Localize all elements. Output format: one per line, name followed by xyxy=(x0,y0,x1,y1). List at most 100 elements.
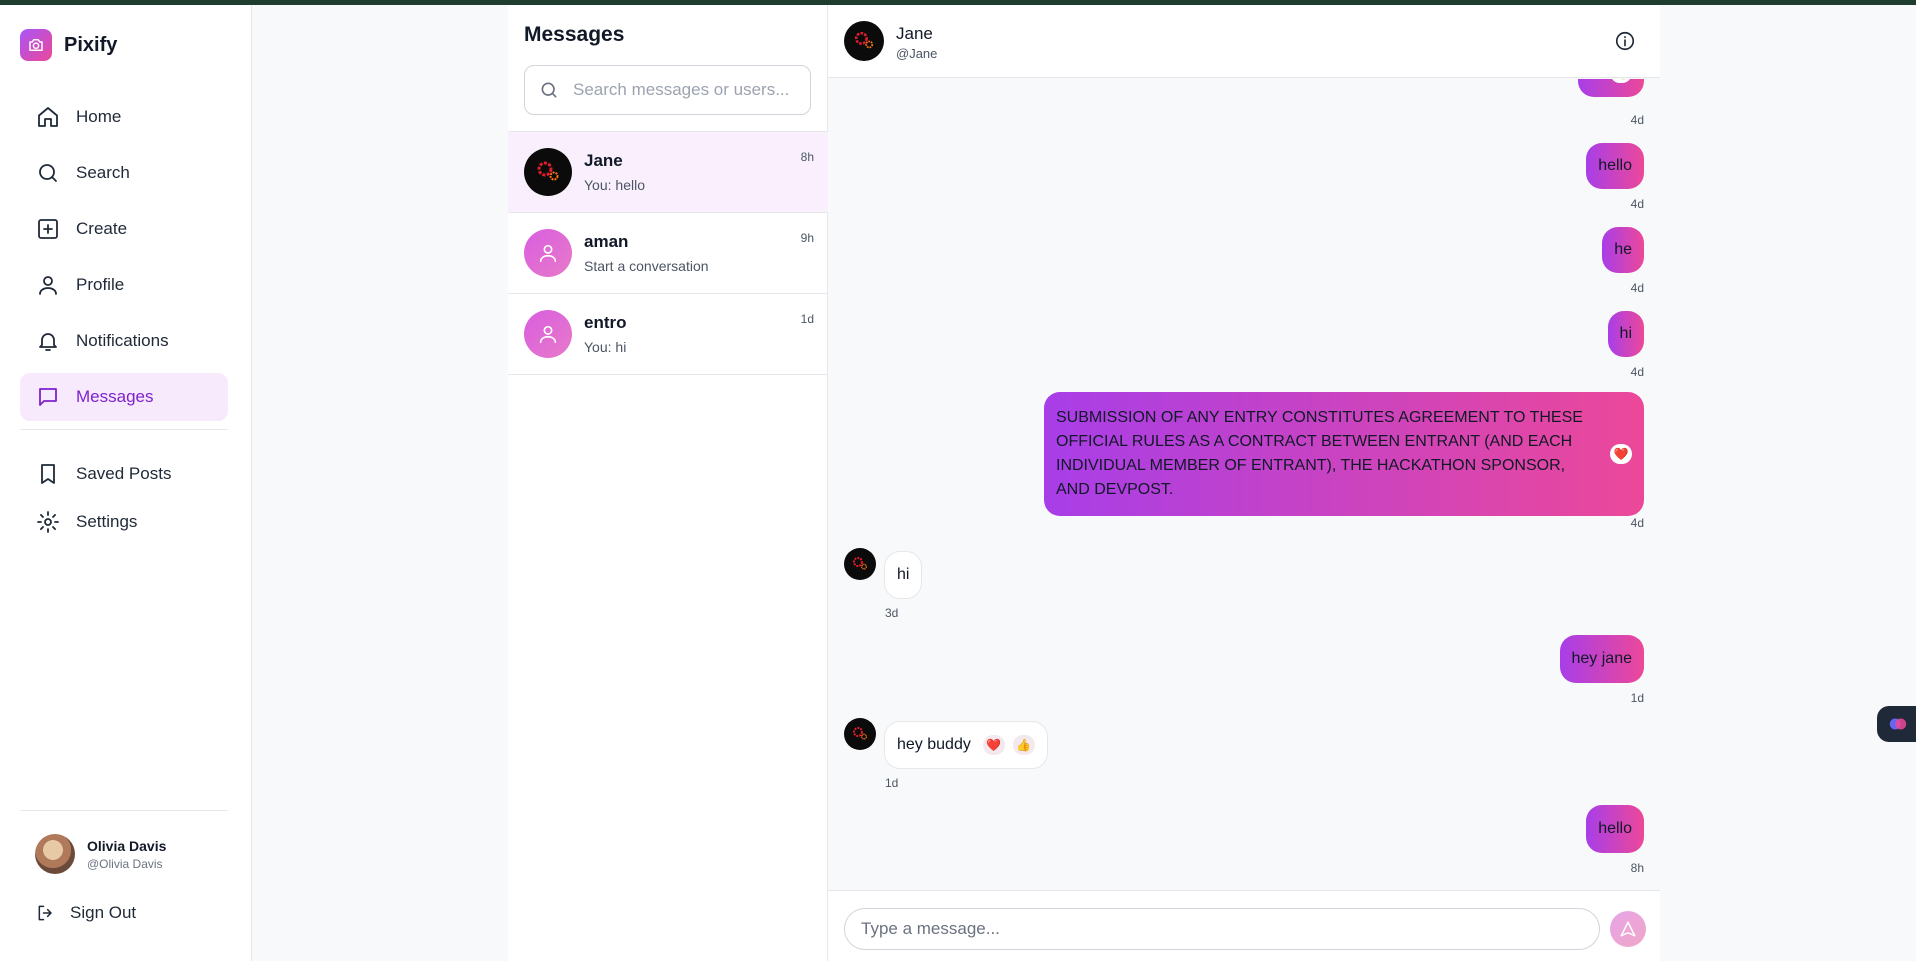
sign-out-label: Sign Out xyxy=(70,903,137,922)
nav-divider xyxy=(20,429,228,430)
sign-out-button[interactable]: Sign Out xyxy=(36,903,136,923)
logout-icon xyxy=(38,905,52,921)
message-bubble-sent[interactable]: hi xyxy=(1607,311,1644,357)
avatar[interactable] xyxy=(844,21,884,61)
conversation-list: Jane You: hello 8h aman Start a conversa… xyxy=(508,131,828,375)
avatar xyxy=(35,834,75,874)
conversation-time: 1d xyxy=(800,312,814,326)
message-text: he xyxy=(1614,241,1632,258)
message-text: hi xyxy=(1590,79,1602,82)
conversation-name: entro xyxy=(584,313,627,332)
nav-item-notifications[interactable]: Notifications xyxy=(20,317,228,365)
search-icon xyxy=(39,164,57,182)
chat-contact-name: Jane xyxy=(896,24,933,43)
send-icon xyxy=(1620,921,1636,937)
message-bubble-received[interactable]: hi xyxy=(884,551,923,599)
conversation-preview: You: hi xyxy=(584,339,627,355)
nav-item-search[interactable]: Search xyxy=(20,149,228,197)
nav-item-messages[interactable]: Messages xyxy=(20,373,228,421)
nav-item-create[interactable]: Create xyxy=(20,205,228,253)
message-text: hi xyxy=(897,566,910,583)
chat-header: Jane @Jane xyxy=(828,5,1660,78)
message-thread[interactable]: hi 👍 4d hello 4d he 4d hi 4d SUBMISSION … xyxy=(828,79,1660,890)
message-input[interactable] xyxy=(844,908,1600,950)
brand-name: Pixify xyxy=(64,33,118,56)
avatar xyxy=(524,310,572,358)
nav-label-settings: Settings xyxy=(76,512,138,531)
message-bubble-sent[interactable]: hello xyxy=(1586,805,1644,853)
message-text: SUBMISSION OF ANY ENTRY CONSTITUTES AGRE… xyxy=(1056,409,1583,498)
assistant-launcher-button[interactable] xyxy=(1877,706,1916,742)
user-divider xyxy=(20,810,228,811)
user-handle: @Olivia Davis xyxy=(87,856,163,871)
message-bubble-sent[interactable]: SUBMISSION OF ANY ENTRY CONSTITUTES AGRE… xyxy=(1044,392,1644,516)
user-name: Olivia Davis xyxy=(87,837,167,854)
avatar xyxy=(844,548,876,580)
message-bubble-sent[interactable]: hello xyxy=(1586,143,1644,189)
message-text: hey buddy xyxy=(897,736,971,753)
conversation-item-aman[interactable]: aman Start a conversation 9h xyxy=(508,213,828,294)
nav-item-home[interactable]: Home xyxy=(20,93,228,141)
nav-item-settings[interactable]: Settings xyxy=(20,498,228,546)
message-composer xyxy=(828,890,1660,961)
reaction-badge[interactable]: 👍 xyxy=(1012,735,1035,755)
message-time: 8h xyxy=(1630,861,1644,875)
secondary-nav: Saved Posts Settings xyxy=(20,450,228,546)
home-icon xyxy=(38,107,58,127)
info-icon[interactable] xyxy=(1614,30,1636,52)
message-text: hi xyxy=(1619,325,1632,342)
bell-icon xyxy=(39,333,57,351)
nav-item-saved-posts[interactable]: Saved Posts xyxy=(20,450,228,498)
message-time: 4d xyxy=(1630,197,1644,211)
message-time: 4d xyxy=(1630,281,1644,295)
send-button[interactable] xyxy=(1610,911,1646,947)
avatar xyxy=(844,718,876,750)
search-icon xyxy=(541,82,557,98)
search-box[interactable] xyxy=(524,65,811,115)
message-time: 4d xyxy=(1630,365,1644,379)
user-icon xyxy=(539,325,557,344)
nav-label-saved-posts: Saved Posts xyxy=(76,464,172,483)
message-text: hello xyxy=(1598,157,1632,174)
nav-label-profile: Profile xyxy=(76,275,125,294)
conversation-item-jane[interactable]: Jane You: hello 8h xyxy=(508,132,828,213)
nav-label-create: Create xyxy=(76,219,128,238)
reaction-badge[interactable]: 👍 xyxy=(1610,79,1632,83)
chat-contact-handle: @Jane xyxy=(896,46,938,61)
message-text: hello xyxy=(1598,820,1632,837)
gear-icon xyxy=(37,511,59,533)
plus-square-icon xyxy=(38,219,58,239)
message-time: 4d xyxy=(1630,516,1644,530)
main-nav: Home Search Create Profile Notifications… xyxy=(20,93,228,429)
user-icon xyxy=(539,244,557,263)
sidebar: Pixify Home Search Create Profile Notifi… xyxy=(0,5,252,961)
message-bubble-sent[interactable]: hey jane xyxy=(1559,635,1644,683)
message-icon xyxy=(39,388,57,406)
search-input[interactable] xyxy=(573,80,803,100)
message-bubble-sent[interactable]: he xyxy=(1602,227,1644,273)
conversation-time: 9h xyxy=(800,231,814,245)
conversation-list-panel: Messages Jane You: hello 8h aman Start a… xyxy=(508,5,828,961)
message-time: 1d xyxy=(1630,691,1644,705)
nav-label-messages: Messages xyxy=(76,387,154,406)
conversation-item-entro[interactable]: entro You: hi 1d xyxy=(508,294,828,375)
user-icon xyxy=(39,276,57,295)
message-bubble-sent[interactable]: hi 👍 xyxy=(1577,79,1644,97)
current-user[interactable]: Olivia Davis @Olivia Davis xyxy=(35,834,166,874)
avatar xyxy=(524,148,572,196)
message-time: 1d xyxy=(885,776,899,790)
nav-label-notifications: Notifications xyxy=(76,331,169,350)
conversation-preview: You: hello xyxy=(584,177,645,193)
message-text: hey jane xyxy=(1571,650,1633,667)
conversation-name: aman xyxy=(584,232,629,251)
nav-label-search: Search xyxy=(76,163,130,182)
nav-label-home: Home xyxy=(76,107,122,126)
chat-panel: hi 👍 4d hello 4d he 4d hi 4d SUBMISSION … xyxy=(828,5,1660,961)
message-bubble-received[interactable]: hey buddy ❤️ 👍 xyxy=(884,721,1048,769)
message-time: 4d xyxy=(1630,113,1644,127)
brand[interactable]: Pixify xyxy=(20,29,117,61)
page-title: Messages xyxy=(524,23,625,46)
reaction-badge[interactable]: ❤️ xyxy=(1610,444,1632,464)
reaction-badge[interactable]: ❤️ xyxy=(982,735,1005,755)
nav-item-profile[interactable]: Profile xyxy=(20,261,228,309)
